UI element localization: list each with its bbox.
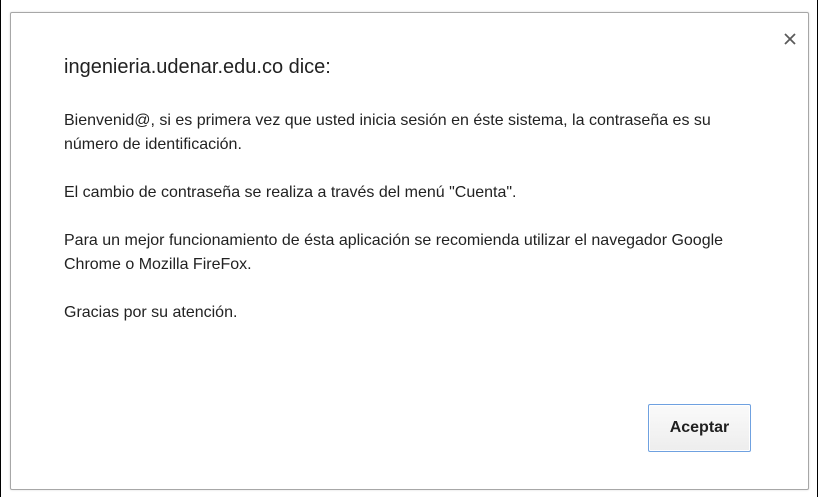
message-paragraph-welcome: Bienvenid@, si es primera vez que usted … [64, 112, 716, 153]
page-frame: ingenieria.udenar.edu.co dice: Bienvenid… [0, 0, 818, 497]
accept-button[interactable]: Aceptar [648, 404, 751, 452]
dialog-title: ingenieria.udenar.edu.co dice: [64, 56, 331, 78]
message-paragraph-password-change: El cambio de contraseña se realiza a tra… [64, 184, 517, 201]
alert-dialog: ingenieria.udenar.edu.co dice: Bienvenid… [10, 12, 809, 490]
close-icon[interactable] [782, 31, 798, 47]
dialog-message: Bienvenid@, si es primera vez que usted … [64, 109, 764, 349]
message-paragraph-browser-recommendation: Para un mejor funcionamiento de ésta apl… [64, 232, 728, 273]
message-paragraph-thanks: Gracias por su atención. [64, 304, 238, 321]
